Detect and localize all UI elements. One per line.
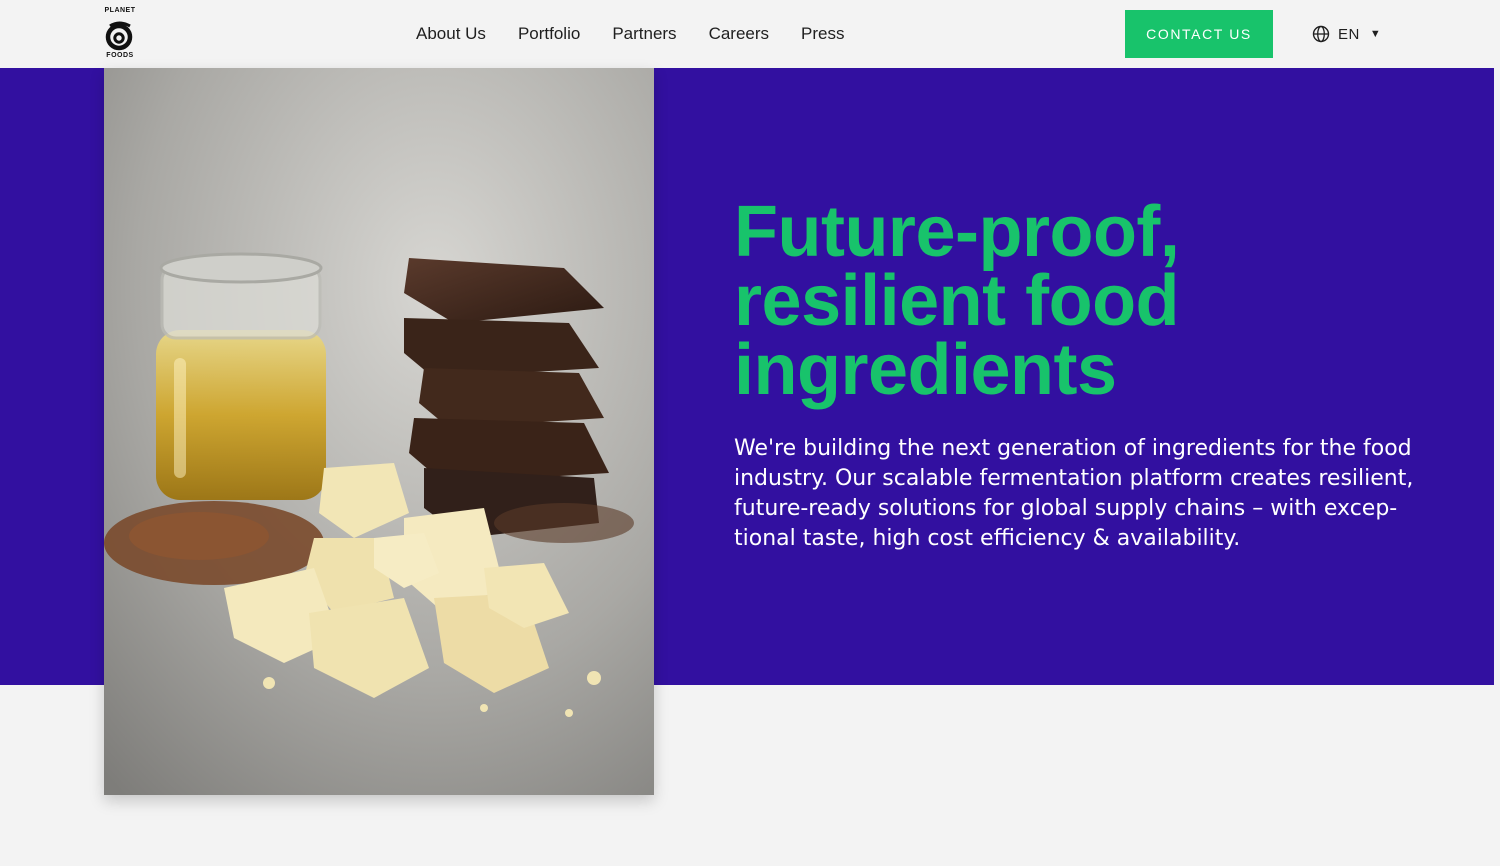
- logo-wordmark-top: PLANET: [104, 7, 136, 14]
- nav-item-about-us[interactable]: About Us: [400, 24, 502, 44]
- caret-down-icon: ▼: [1369, 28, 1381, 40]
- hero-headline-line: ingredients: [734, 330, 1117, 410]
- nav-item-press[interactable]: Press: [785, 24, 860, 44]
- globe-icon: [1312, 25, 1330, 43]
- hero-description-line: future-ready solutions for global supply…: [734, 496, 1398, 521]
- nav-item-portfolio[interactable]: Portfolio: [502, 24, 596, 44]
- nav-item-partners[interactable]: Partners: [596, 24, 692, 44]
- hero-headline: Future-proof, resilient food ingredients: [734, 192, 1434, 410]
- hero-description-line: We're building the next generation of in…: [734, 436, 1412, 461]
- nav-item-careers[interactable]: Careers: [693, 24, 785, 44]
- hero-headline-line: Future-proof,: [734, 192, 1180, 272]
- planet-foods-logo[interactable]: PLANET FOODS: [100, 6, 140, 62]
- hero-description-line: industry. Our scalable fermentation plat…: [734, 466, 1414, 491]
- hero-image-ingredients: [104, 68, 654, 795]
- site-header: PLANET FOODS About Us Portfolio Partners…: [0, 0, 1500, 68]
- contact-us-button[interactable]: CONTACT US: [1125, 10, 1273, 58]
- planet-a-logo-icon: [105, 21, 133, 51]
- logo-wordmark-bottom: FOODS: [106, 52, 134, 59]
- language-selector[interactable]: EN ▼: [1312, 22, 1381, 46]
- hero-headline-line: resilient food: [734, 261, 1180, 341]
- hero-description: We're building the next generation of in…: [734, 434, 1414, 554]
- language-label: EN: [1338, 25, 1360, 43]
- hero-description-line: tional taste, high cost efficiency & ava…: [734, 526, 1241, 551]
- main-nav: About Us Portfolio Partners Careers Pres…: [400, 0, 861, 68]
